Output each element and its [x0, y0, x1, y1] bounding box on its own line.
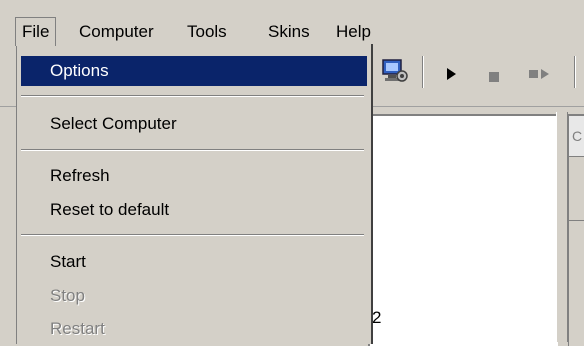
computer-settings-icon[interactable]	[380, 56, 410, 91]
menu-item-restart: Restart	[50, 319, 105, 338]
content-text: 2	[372, 308, 382, 327]
file-dropdown-menu: Options Select Computer Refresh Reset to…	[16, 44, 373, 344]
toolbar-separator	[574, 56, 576, 88]
menu-tools[interactable]: Tools	[181, 18, 233, 46]
pane-splitter[interactable]	[556, 112, 568, 342]
menu-item-stop: Stop	[50, 286, 85, 305]
right-pane: C	[568, 114, 584, 346]
main-content-pane	[368, 114, 558, 346]
menu-separator	[21, 234, 364, 236]
menu-help[interactable]: Help	[330, 18, 377, 46]
menu-skins[interactable]: Skins	[262, 18, 316, 46]
right-pane-header: C	[569, 116, 584, 157]
menu-separator	[21, 95, 364, 97]
menu-item-refresh[interactable]: Refresh	[17, 161, 367, 191]
right-pane-divider	[569, 220, 584, 221]
menu-bar: File Computer Tools Skins Help	[0, 0, 584, 46]
stop-icon[interactable]	[488, 68, 500, 88]
toolbar-separator	[422, 56, 424, 88]
menu-item-start[interactable]: Start	[17, 247, 367, 277]
menu-separator	[21, 149, 364, 151]
menu-item-select-computer[interactable]: Select Computer	[17, 109, 367, 139]
menu-item-options[interactable]: Options	[21, 56, 367, 86]
menu-file[interactable]: File	[15, 17, 57, 46]
menu-computer[interactable]: Computer	[73, 18, 160, 46]
play-icon[interactable]	[445, 66, 457, 86]
menu-item-reset-to-default[interactable]: Reset to default	[17, 195, 367, 225]
restart-icon[interactable]	[528, 66, 552, 86]
